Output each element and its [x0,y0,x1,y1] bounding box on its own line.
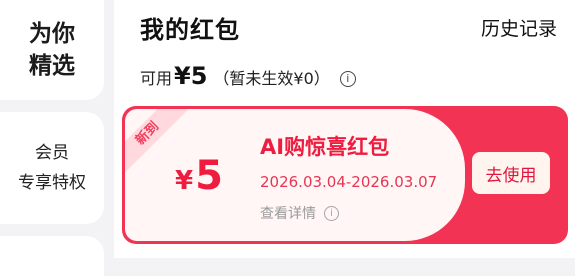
available-label: 可用 [140,69,173,88]
sidebar-item-member-privileges[interactable]: 会员 专享特权 [0,112,104,224]
history-link[interactable]: 历史记录 [481,14,557,41]
currency-symbol: ¥ [175,166,194,196]
view-details-link[interactable]: 查看详情 i [260,203,339,223]
coupon-validity: 2026.03.04-2026.03.07 [260,173,438,191]
sidebar-item-label: 精选 [29,53,75,79]
available-amount: ¥5 [174,62,208,90]
sidebar-item-label: 为你 [29,21,75,47]
available-summary: 可用 ¥5 （暂未生效¥0） i [140,62,356,90]
sidebar-item-label: 会员 [35,143,69,163]
info-icon[interactable]: i [339,71,356,87]
coupon-value: 5 [195,153,223,199]
sidebar-item-label: 专享特权 [18,173,86,193]
sidebar-item-recommended[interactable]: 为你 精选 [0,0,104,100]
coupon-body: 新到 ¥ 5 AI购惊喜红包 2026.03.04-2026.03.07 查看详… [125,109,465,241]
use-button[interactable]: 去使用 [472,152,550,194]
page-title: 我的红包 [140,16,240,44]
view-details-label: 查看详情 [260,206,316,222]
coupon-title: AI购惊喜红包 [260,135,390,159]
coupon-amount: ¥ 5 [175,153,223,199]
sidebar-item-partial[interactable] [0,236,104,276]
pending-amount: （暂未生效¥0） [213,69,330,88]
red-packet-panel: 我的红包 历史记录 可用 ¥5 （暂未生效¥0） i 新到 ¥ 5 AI购惊喜红… [114,0,575,258]
info-icon: i [324,205,339,221]
coupon-card[interactable]: 新到 ¥ 5 AI购惊喜红包 2026.03.04-2026.03.07 查看详… [122,106,568,244]
